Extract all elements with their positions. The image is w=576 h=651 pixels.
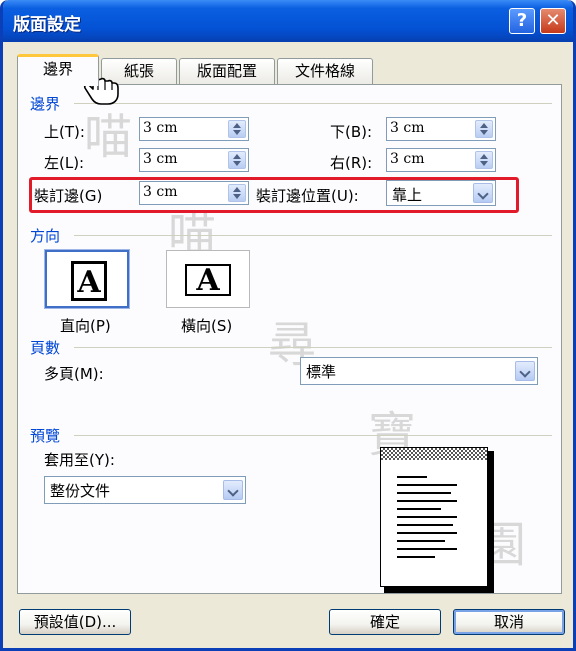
section-title-orientation: 方向 bbox=[30, 227, 61, 245]
spin-arrows-icon[interactable] bbox=[475, 151, 493, 169]
preview-text-line bbox=[397, 500, 457, 502]
preview-text-line bbox=[397, 556, 435, 558]
preview-text-line bbox=[397, 540, 445, 542]
tab-panel: 喵 喵 尋 寶 園 邊界 上(T): 3 cm 下(B): 3 cm 左(L):… bbox=[17, 84, 562, 594]
gutter-position-value: 靠上 bbox=[392, 186, 423, 204]
portrait-option[interactable]: A bbox=[44, 249, 130, 309]
chevron-down-icon[interactable] bbox=[473, 183, 493, 203]
preview-gutter-pattern bbox=[381, 448, 487, 460]
top-margin-value: 3 cm bbox=[143, 120, 178, 136]
preview-text-line bbox=[397, 524, 453, 526]
top-margin-label: 上(T): bbox=[44, 123, 85, 141]
left-margin-spinner[interactable]: 3 cm bbox=[139, 148, 249, 172]
close-button[interactable]: ✕ bbox=[540, 8, 566, 34]
top-margin-spinner[interactable]: 3 cm bbox=[139, 117, 249, 141]
title-bar[interactable]: 版面設定 ? ✕ bbox=[3, 0, 573, 42]
preview-text-line bbox=[397, 532, 457, 534]
preview-text-line bbox=[397, 484, 457, 486]
ok-button[interactable]: 確定 bbox=[329, 609, 441, 635]
spin-arrows-icon[interactable] bbox=[228, 120, 246, 138]
apply-to-value: 整份文件 bbox=[50, 482, 111, 500]
section-divider bbox=[74, 235, 552, 236]
preview-text-line bbox=[397, 508, 441, 510]
multiple-pages-select[interactable]: 標準 bbox=[300, 357, 538, 385]
section-title-pages: 頁數 bbox=[30, 339, 61, 357]
apply-to-label: 套用至(Y): bbox=[44, 451, 115, 469]
chevron-down-icon[interactable] bbox=[515, 361, 535, 381]
section-divider bbox=[74, 435, 552, 436]
multiple-pages-label: 多頁(M): bbox=[44, 365, 104, 383]
cancel-button[interactable]: 取消 bbox=[453, 609, 565, 635]
preview-page bbox=[380, 447, 488, 587]
left-margin-value: 3 cm bbox=[143, 151, 178, 167]
gutter-label: 裝訂邊(G) bbox=[34, 187, 103, 205]
tab-document-grid[interactable]: 文件格線 bbox=[277, 58, 373, 84]
preview-text-line bbox=[397, 516, 457, 518]
gutter-value: 3 cm bbox=[143, 184, 178, 200]
page-setup-dialog: 版面設定 ? ✕ 邊界 紙張 版面配置 文件格線 喵 喵 尋 寶 園 邊界 上(… bbox=[0, 0, 576, 651]
section-divider bbox=[74, 103, 552, 104]
landscape-option[interactable]: A bbox=[166, 250, 250, 308]
landscape-page-icon: A bbox=[185, 264, 231, 296]
chevron-down-icon[interactable] bbox=[223, 480, 243, 500]
apply-to-select[interactable]: 整份文件 bbox=[44, 476, 246, 504]
portrait-page-icon: A bbox=[71, 261, 107, 301]
landscape-label[interactable]: 橫向(S) bbox=[181, 315, 232, 336]
portrait-label[interactable]: 直向(P) bbox=[60, 315, 111, 336]
spin-arrows-icon[interactable] bbox=[475, 120, 493, 138]
gutter-position-select[interactable]: 靠上 bbox=[386, 180, 496, 206]
right-margin-value: 3 cm bbox=[390, 151, 425, 167]
right-margin-label: 右(R): bbox=[330, 154, 373, 172]
bottom-margin-spinner[interactable]: 3 cm bbox=[386, 117, 496, 141]
section-divider bbox=[74, 347, 552, 348]
spin-arrows-icon[interactable] bbox=[228, 184, 246, 202]
help-button[interactable]: ? bbox=[509, 8, 535, 34]
tab-layout[interactable]: 版面配置 bbox=[179, 58, 275, 84]
gutter-spinner[interactable]: 3 cm bbox=[139, 181, 249, 205]
multiple-pages-value: 標準 bbox=[306, 363, 337, 381]
preview-text-line bbox=[397, 476, 427, 478]
preview-text-line bbox=[397, 548, 457, 550]
tab-margins[interactable]: 邊界 bbox=[17, 54, 99, 86]
bottom-margin-label: 下(B): bbox=[330, 123, 373, 141]
gutter-position-label: 裝訂邊位置(U): bbox=[256, 187, 359, 205]
section-title-preview: 預覽 bbox=[30, 427, 61, 445]
spin-arrows-icon[interactable] bbox=[228, 151, 246, 169]
left-margin-label: 左(L): bbox=[44, 154, 85, 172]
bottom-margin-value: 3 cm bbox=[390, 120, 425, 136]
right-margin-spinner[interactable]: 3 cm bbox=[386, 148, 496, 172]
preview-text-line bbox=[397, 492, 451, 494]
default-button[interactable]: 預設值(D)... bbox=[19, 609, 131, 635]
section-title-margins: 邊界 bbox=[30, 95, 61, 113]
dialog-title: 版面設定 bbox=[13, 15, 81, 35]
help-icon: ? bbox=[516, 10, 528, 31]
close-icon: ✕ bbox=[545, 10, 561, 31]
